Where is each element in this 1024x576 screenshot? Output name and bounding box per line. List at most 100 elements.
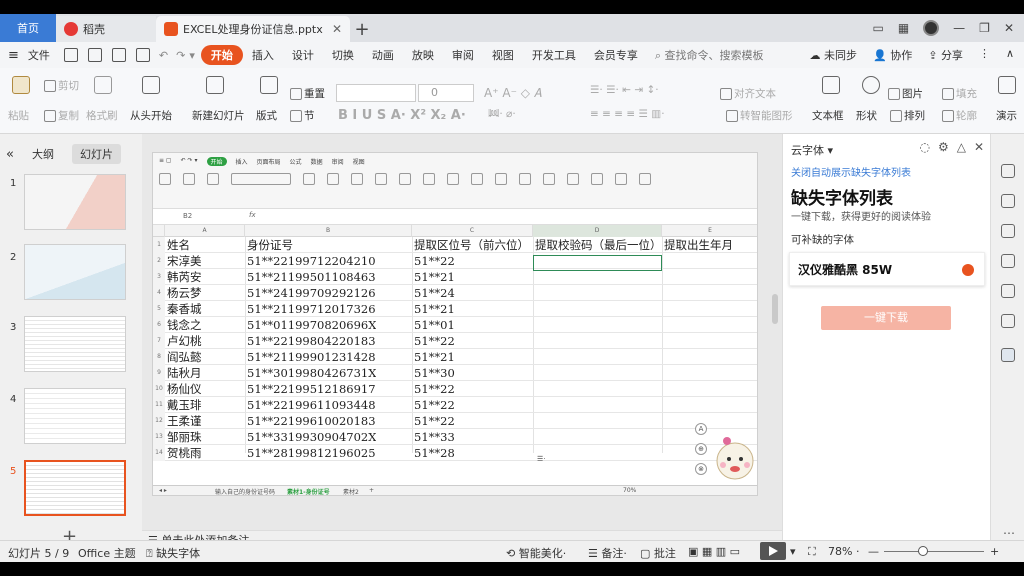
undo-icon[interactable]: ↶ [159,49,168,62]
pin-icon[interactable]: △ [957,140,966,154]
sidebar-image-icon[interactable] [1001,314,1015,328]
new-tab-button[interactable]: + [350,16,374,42]
restore-icon[interactable]: ❐ [979,21,990,35]
zoom-level[interactable]: 78% · [828,545,859,558]
tab-slides[interactable]: 幻灯片 [71,144,121,164]
font-grow-icon[interactable]: A⁺ A⁻ ◇ 𝐴 [484,86,542,101]
quick-access-more-icon[interactable]: ▾ [189,49,195,62]
arrange-button[interactable]: 排列 [890,108,925,123]
char-spacing-icon[interactable]: ꔞ· ⌀· [488,108,516,121]
close-tab-icon[interactable]: ✕ [332,22,342,36]
download-all-button[interactable]: 一键下载 [821,306,951,330]
print-icon[interactable] [111,48,126,62]
hamburger-icon[interactable]: ≡ [8,48,19,63]
slide-thumb-5[interactable] [24,460,126,516]
menu-slideshow[interactable]: 放映 [403,47,443,63]
collab-button[interactable]: 👤 协作 [873,47,912,63]
sync-button[interactable]: ☁ 未同步 [810,47,858,63]
list-buttons[interactable]: ☰· ☰· ⇤ ⇥ ↕· [590,84,659,96]
menu-file[interactable]: 文件 [19,47,59,63]
menu-developer[interactable]: 开发工具 [523,47,585,63]
tab-docer[interactable]: 稻壳 [56,16,156,42]
gear-icon[interactable]: ⚙ [938,140,949,154]
share-button[interactable]: ⇪ 分享 [928,47,963,63]
reset-button[interactable]: 重置 [290,86,325,101]
sidebar-font-icon[interactable] [1001,348,1015,362]
align-text-button[interactable]: 对齐文本 [720,86,776,101]
sidebar-more-icon[interactable]: ⋯ [1003,526,1015,540]
zoom-in-icon[interactable]: + [990,545,999,558]
smart-beautify-button[interactable]: ⟲ 智能美化· [506,545,566,561]
avatar[interactable] [923,20,940,36]
format-painter-button[interactable]: 格式刷 [86,108,118,123]
menu-design[interactable]: 设计 [283,47,323,63]
zoom-slider-knob[interactable] [918,546,928,556]
from-start-button[interactable]: 从头开始 [130,108,172,123]
shape-button[interactable]: 形状 [856,108,877,123]
slide-content[interactable]: ≡ ▢ ↶ ↷ ▾ 开始 插入 页面布局 公式 数据 审阅 视图 B2 fx A… [152,152,758,496]
section-button[interactable]: 节 [290,108,315,123]
menu-animation[interactable]: 动画 [363,47,403,63]
outline-button[interactable]: 轮廓 [942,108,977,123]
auto-show-link[interactable]: 关闭自动展示缺失字体列表 [791,164,911,179]
collapse-ribbon-icon[interactable]: ∧ [1006,47,1014,63]
menu-insert[interactable]: 插入 [243,47,283,63]
missing-font-item[interactable]: 汉仪雅酷黑 85W [789,252,985,286]
zoom-out-icon[interactable]: — [868,545,879,558]
collapse-pane-icon[interactable]: « [6,147,14,162]
slide-thumb-1[interactable] [24,174,126,230]
notes-button[interactable]: ☰ 备注· [588,545,627,561]
menu-view[interactable]: 视图 [483,47,523,63]
menu-transition[interactable]: 切换 [323,47,363,63]
chat-icon[interactable]: ◌ [919,140,929,154]
sidebar-shapes-icon[interactable] [1001,164,1015,178]
font-name-select[interactable] [336,84,416,102]
preview-icon[interactable] [135,48,150,62]
scrollbar-thumb[interactable] [772,294,778,324]
slide-thumb-2[interactable] [24,244,126,300]
pane-title[interactable]: 云字体 ▾ [791,142,833,158]
tab-document[interactable]: EXCEL处理身份证信息.pptx ✕ [156,16,350,42]
tab-home[interactable]: 首页 [0,14,56,42]
menu-home[interactable]: 开始 [200,45,243,65]
save-icon[interactable] [63,48,78,62]
slide-thumb-3[interactable] [24,316,126,372]
font-size-select[interactable]: 0 [418,84,474,102]
zoom-slider[interactable] [884,551,984,552]
export-icon[interactable] [87,48,102,62]
normal-view-icon[interactable]: ▣ ▦ ▥ ▭ [688,545,740,558]
close-icon[interactable]: ✕ [1004,21,1014,35]
command-search[interactable]: ⌕ 查找命令、搜索模板 [655,47,764,63]
sidebar-star-icon[interactable] [1001,224,1015,238]
fit-icon[interactable]: ⛶ [808,545,816,559]
fill-button[interactable]: 填充 [942,86,977,101]
menu-review[interactable]: 审阅 [443,47,483,63]
layout-icon[interactable]: ▭ [872,21,883,35]
redo-icon[interactable]: ↷ [176,49,185,62]
image-button[interactable]: 图片 [888,86,923,101]
new-slide-button[interactable]: 新建幻灯片 [192,108,245,123]
menu-member[interactable]: 会员专享 [585,47,647,63]
smart-graphic-button[interactable]: 转智能图形 [726,108,793,123]
textbox-button[interactable]: 文本框 [812,108,844,123]
tab-outline[interactable]: 大纲 [24,144,62,164]
sidebar-sliders-icon[interactable] [1001,194,1015,208]
comment-button[interactable]: ▢ 批注 [640,545,676,561]
play-menu-icon[interactable]: ▾ [790,545,796,558]
slide-thumb-4[interactable] [24,388,126,444]
copy-button[interactable]: 复制 [44,108,79,123]
play-button[interactable] [760,542,786,560]
present-button[interactable]: 演示 [996,108,1017,123]
missing-font-status[interactable]: ⍰ 缺失字体 [146,545,200,561]
cut-button[interactable]: 剪切 [44,78,79,93]
layout-button[interactable]: 版式 [256,108,277,123]
more-icon[interactable]: ⋮ [979,47,990,63]
canvas-scrollbar[interactable] [772,174,778,324]
font-style-buttons[interactable]: B I U S A· X² X₂ A· [338,108,466,123]
sidebar-layout-icon[interactable] [1001,254,1015,268]
sidebar-table-icon[interactable] [1001,284,1015,298]
close-pane-icon[interactable]: ✕ [974,140,984,154]
minimize-icon[interactable]: — [953,21,965,35]
paste-button[interactable]: 粘贴 [8,108,29,123]
grid-icon[interactable]: ▦ [898,21,909,35]
